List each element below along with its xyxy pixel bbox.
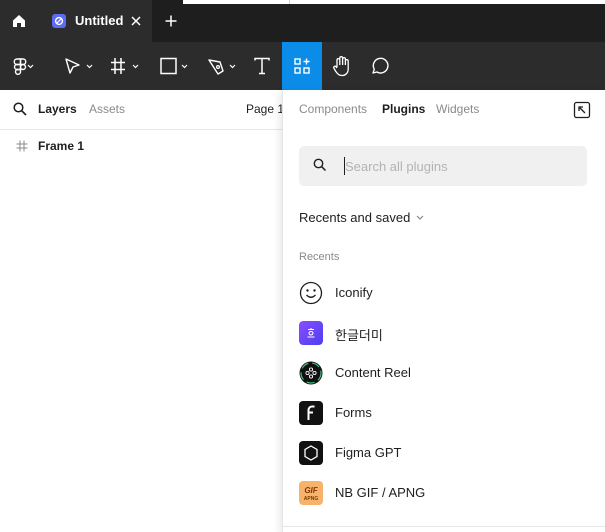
pen-tool[interactable] [200, 42, 240, 90]
new-tab-button[interactable] [160, 11, 182, 31]
move-tool[interactable] [56, 42, 96, 90]
svg-text:GIF: GIF [304, 486, 318, 495]
plugin-name: Figma GPT [335, 445, 402, 460]
plugin-item-forms[interactable]: Forms [297, 399, 587, 429]
layers-search-button[interactable] [13, 102, 27, 121]
svg-text:APNG: APNG [304, 496, 319, 502]
frame-hash-icon [111, 58, 139, 74]
tab-layers[interactable]: Layers [38, 102, 77, 116]
collapse-panel-button[interactable] [573, 101, 591, 119]
main-menu-tool[interactable] [2, 42, 40, 90]
search-icon [313, 158, 327, 177]
chevron-down-icon [416, 215, 424, 220]
tab-assets[interactable]: Assets [89, 102, 125, 116]
text-icon [254, 57, 270, 75]
smiley-icon [299, 281, 323, 305]
close-icon [131, 16, 141, 26]
tab-plugins[interactable]: Plugins [382, 102, 425, 116]
tab-widgets[interactable]: Widgets [436, 102, 479, 116]
home-icon [13, 15, 25, 27]
resources-tool[interactable] [282, 42, 322, 90]
section-label: Recents [299, 251, 340, 263]
left-panel-header: Layers Assets Page 1 [0, 90, 284, 130]
file-tab-title: Untitled [75, 13, 124, 28]
plugin-name: 한글더미 [335, 328, 383, 343]
plus-icon [165, 15, 177, 27]
resources-panel: Components Plugins Widgets Recents and s… [282, 90, 605, 532]
plugin-item-iconify[interactable]: Iconify [297, 279, 587, 309]
content-reel-icon [299, 361, 323, 385]
hangul-icon [299, 321, 323, 345]
comment-icon [372, 57, 389, 74]
plugin-name: Iconify [335, 285, 373, 300]
window-edge-tick [289, 0, 290, 4]
search-icon [13, 102, 27, 116]
frame-tool[interactable] [104, 42, 144, 90]
home-button[interactable] [0, 0, 38, 42]
rectangle-icon [160, 57, 188, 75]
tab-bar: Untitled [0, 0, 605, 42]
page-selector[interactable]: Page 1 [246, 102, 284, 116]
plugin-item-hangul-dummy[interactable]: 한글더미 [297, 319, 587, 349]
file-favicon-icon [52, 14, 66, 28]
panel-divider [283, 526, 605, 527]
plugin-item-figma-gpt[interactable]: Figma GPT [297, 439, 587, 469]
window-edge [183, 0, 605, 4]
file-tab[interactable]: Untitled [38, 0, 152, 42]
filter-label: Recents and saved [299, 210, 411, 225]
gif-apng-icon: GIF APNG [299, 481, 323, 505]
plugin-search-box[interactable] [299, 146, 587, 186]
frame-hash-icon [16, 139, 28, 157]
layer-row[interactable]: Frame 1 [0, 131, 282, 161]
resources-icon [294, 58, 310, 74]
tab-components[interactable]: Components [299, 102, 367, 116]
plugin-name: Content Reel [335, 365, 411, 380]
text-tool[interactable] [248, 42, 276, 90]
plugin-name: NB GIF / APNG [335, 485, 426, 500]
toolbar [0, 42, 605, 90]
filter-dropdown[interactable]: Recents and saved [299, 210, 424, 225]
comment-tool[interactable] [366, 42, 394, 90]
plugin-item-nb-gif-apng[interactable]: GIF APNG NB GIF / APNG [297, 479, 587, 509]
pen-icon [208, 59, 236, 75]
shape-tool[interactable] [152, 42, 192, 90]
layer-name: Frame 1 [38, 139, 85, 153]
cursor-icon [65, 58, 93, 74]
plugin-item-content-reel[interactable]: Content Reel [297, 359, 587, 389]
plugin-name: Forms [335, 405, 372, 420]
collapse-icon [573, 101, 591, 119]
hexagon-icon [299, 441, 323, 465]
close-tab-button[interactable] [127, 11, 145, 31]
hand-icon [333, 56, 349, 77]
hand-tool[interactable] [328, 42, 356, 90]
plugin-search-input[interactable] [345, 156, 575, 176]
forms-f-icon [299, 401, 323, 425]
figma-logo-icon [13, 58, 34, 75]
